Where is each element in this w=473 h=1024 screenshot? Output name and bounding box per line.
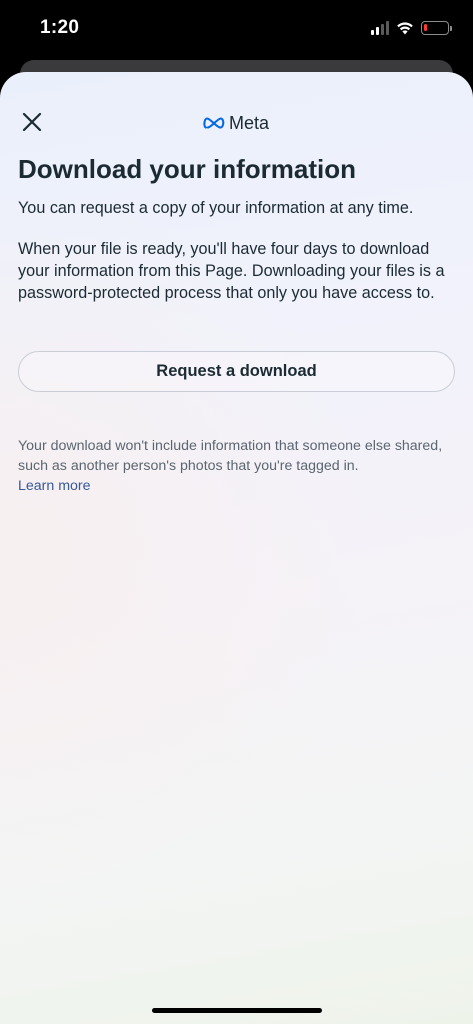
close-button[interactable] xyxy=(18,108,46,136)
status-time: 1:20 xyxy=(40,17,80,38)
request-download-button[interactable]: Request a download xyxy=(18,351,455,392)
home-indicator[interactable] xyxy=(152,1008,322,1013)
intro-text: You can request a copy of your informati… xyxy=(18,199,414,217)
meta-logo: Meta xyxy=(203,112,269,134)
download-info-sheet: Meta Download your information You can r… xyxy=(0,72,473,1024)
status-bar: 1:20 xyxy=(0,0,473,58)
meta-infinity-icon xyxy=(203,117,225,129)
close-icon xyxy=(22,112,42,132)
wifi-icon xyxy=(397,22,413,35)
learn-more-link[interactable]: Learn more xyxy=(18,476,91,496)
details-text: When your file is ready, you'll have fou… xyxy=(18,240,445,302)
status-icons xyxy=(371,18,452,38)
battery-icon xyxy=(421,21,452,35)
page-title: Download your information xyxy=(18,154,356,184)
meta-logo-text: Meta xyxy=(229,112,270,133)
battery-level xyxy=(424,24,427,31)
cellular-signal-icon xyxy=(371,21,389,35)
download-note: Your download won't include information … xyxy=(18,438,443,474)
